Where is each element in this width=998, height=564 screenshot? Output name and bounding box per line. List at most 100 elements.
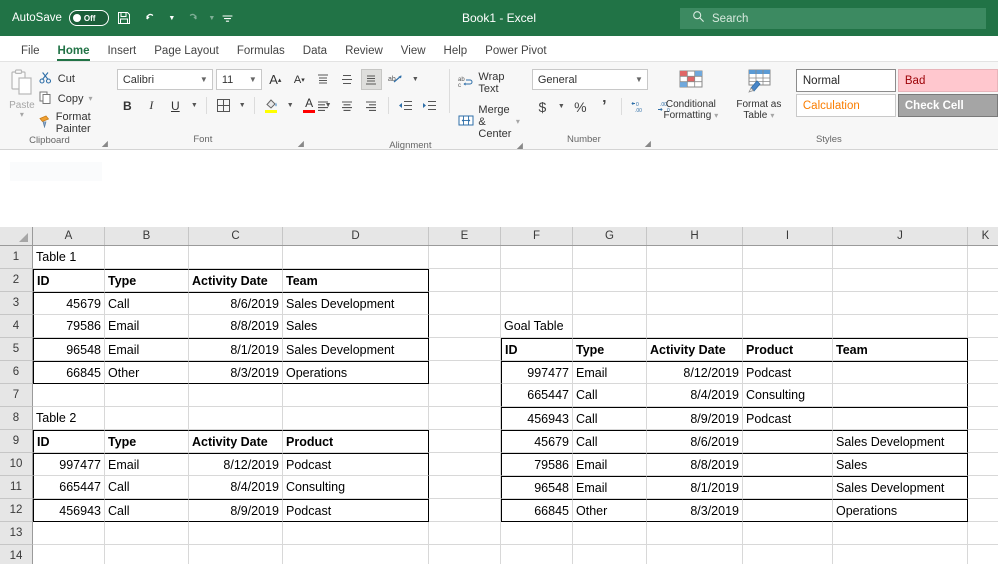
cell-B5[interactable]: Email: [105, 338, 189, 361]
number-dialog-launcher-icon[interactable]: ◢: [645, 139, 651, 148]
row-header-14[interactable]: 14: [0, 545, 33, 564]
orientation-icon[interactable]: ab: [385, 69, 407, 90]
cell-I9[interactable]: [743, 430, 833, 453]
cell-C7[interactable]: [189, 384, 283, 407]
autosave-toggle[interactable]: Off: [68, 10, 109, 26]
cell-E3[interactable]: [429, 292, 501, 315]
cell-D8[interactable]: [283, 407, 429, 430]
number-format-combo[interactable]: General ▼: [531, 69, 648, 90]
style-bad[interactable]: Bad: [897, 69, 998, 92]
cell-C14[interactable]: [189, 545, 283, 564]
row-header-4[interactable]: 4: [0, 315, 33, 338]
cell-C1[interactable]: [189, 246, 283, 269]
cell-H10[interactable]: 8/8/2019: [647, 453, 743, 476]
cell-A12[interactable]: 456943: [33, 499, 105, 522]
align-left-icon[interactable]: [313, 95, 334, 116]
name-box[interactable]: [10, 162, 102, 181]
cell-J6[interactable]: [833, 361, 968, 384]
cell-K12[interactable]: [968, 499, 998, 522]
fill-color-chevron-down-icon[interactable]: ▼: [285, 95, 296, 116]
increase-indent-icon[interactable]: [419, 95, 440, 116]
cell-I11[interactable]: [743, 476, 833, 499]
font-size-combo[interactable]: 11 ▼: [215, 69, 262, 90]
cell-K4[interactable]: [968, 315, 998, 338]
cell-J13[interactable]: [833, 522, 968, 545]
cell-F9[interactable]: 45679: [501, 430, 573, 453]
cell-H13[interactable]: [647, 522, 743, 545]
cell-A2[interactable]: ID: [33, 269, 105, 292]
style-normal[interactable]: Normal: [795, 69, 896, 92]
undo-icon[interactable]: [139, 5, 165, 31]
style-check-cell[interactable]: Check Cell: [897, 94, 998, 117]
column-header-h[interactable]: H: [647, 227, 743, 245]
cell-B1[interactable]: [105, 246, 189, 269]
cell-G13[interactable]: [573, 522, 647, 545]
conditional-formatting-button[interactable]: Conditional Formatting ▾: [660, 68, 722, 121]
cell-A13[interactable]: [33, 522, 105, 545]
row-header-11[interactable]: 11: [0, 476, 33, 499]
align-bottom-icon[interactable]: [360, 69, 382, 90]
cell-I12[interactable]: [743, 499, 833, 522]
cell-I14[interactable]: [743, 545, 833, 564]
column-header-d[interactable]: D: [283, 227, 429, 245]
paste-button[interactable]: Paste ▾: [6, 67, 38, 119]
decrease-indent-icon[interactable]: [395, 95, 416, 116]
cell-K14[interactable]: [968, 545, 998, 564]
customize-quick-access-toolbar-icon[interactable]: [219, 5, 237, 31]
cell-G10[interactable]: Email: [573, 453, 647, 476]
cell-A14[interactable]: [33, 545, 105, 564]
cell-D9[interactable]: Product: [283, 430, 429, 453]
cell-G1[interactable]: [573, 246, 647, 269]
row-header-2[interactable]: 2: [0, 269, 33, 292]
cell-D13[interactable]: [283, 522, 429, 545]
cell-C13[interactable]: [189, 522, 283, 545]
cell-D4[interactable]: Sales: [283, 315, 429, 338]
cell-E12[interactable]: [429, 499, 501, 522]
borders-chevron-down-icon[interactable]: ▼: [237, 95, 248, 116]
cell-E7[interactable]: [429, 384, 501, 407]
cell-A11[interactable]: 665447: [33, 476, 105, 499]
tab-power-pivot[interactable]: Power Pivot: [476, 45, 555, 61]
redo-icon[interactable]: [179, 5, 205, 31]
cell-D5[interactable]: Sales Development: [283, 338, 429, 361]
cell-D1[interactable]: [283, 246, 429, 269]
cell-H12[interactable]: 8/3/2019: [647, 499, 743, 522]
align-right-icon[interactable]: [361, 95, 382, 116]
paste-chevron-down-icon[interactable]: ▾: [20, 111, 24, 119]
align-middle-icon[interactable]: [337, 69, 358, 90]
row-header-9[interactable]: 9: [0, 430, 33, 453]
format-as-table-button[interactable]: Format as Table ▾: [728, 68, 790, 121]
row-header-5[interactable]: 5: [0, 338, 33, 361]
cell-H3[interactable]: [647, 292, 743, 315]
cell-G4[interactable]: [573, 315, 647, 338]
cell-H14[interactable]: [647, 545, 743, 564]
cell-K6[interactable]: [968, 361, 998, 384]
cell-J4[interactable]: [833, 315, 968, 338]
cell-C11[interactable]: 8/4/2019: [189, 476, 283, 499]
cell-I3[interactable]: [743, 292, 833, 315]
cell-I2[interactable]: [743, 269, 833, 292]
cell-B14[interactable]: [105, 545, 189, 564]
cell-J9[interactable]: Sales Development: [833, 430, 968, 453]
cell-C2[interactable]: Activity Date: [189, 269, 283, 292]
cell-G7[interactable]: Call: [573, 384, 647, 407]
cell-B11[interactable]: Call: [105, 476, 189, 499]
cell-E14[interactable]: [429, 545, 501, 564]
cell-F1[interactable]: [501, 246, 573, 269]
cell-F4[interactable]: Goal Table: [501, 315, 573, 338]
cell-I8[interactable]: Podcast: [743, 407, 833, 430]
redo-dropdown-icon[interactable]: ▼: [207, 5, 217, 31]
cell-E9[interactable]: [429, 430, 501, 453]
cell-G12[interactable]: Other: [573, 499, 647, 522]
italic-button[interactable]: I: [141, 95, 162, 116]
clipboard-dialog-launcher-icon[interactable]: ◢: [102, 139, 108, 148]
cell-G2[interactable]: [573, 269, 647, 292]
cell-K13[interactable]: [968, 522, 998, 545]
copy-chevron-down-icon[interactable]: ▾: [88, 95, 92, 103]
row-header-8[interactable]: 8: [0, 407, 33, 430]
align-center-icon[interactable]: [337, 95, 358, 116]
cell-F10[interactable]: 79586: [501, 453, 573, 476]
column-header-i[interactable]: I: [743, 227, 833, 245]
cell-G3[interactable]: [573, 292, 647, 315]
cell-E1[interactable]: [429, 246, 501, 269]
